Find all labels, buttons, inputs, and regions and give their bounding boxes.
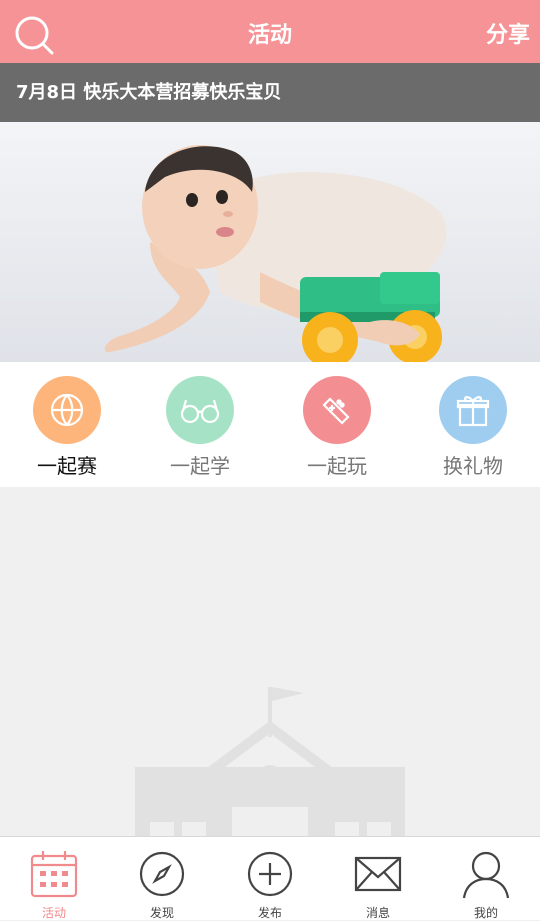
basketball-icon [33,376,101,444]
nav-label: 发布 [257,906,282,920]
gift-icon [439,376,507,444]
category-label: 一起学 [170,454,230,478]
gamepad-icon [303,376,371,444]
nav-label: 活动 [41,906,66,920]
banner-caption: 7月8日 快乐大本营招募快乐宝贝 [0,63,540,122]
category-compete[interactable]: 一起赛 [7,376,127,479]
nav-discover[interactable]: 发现 [108,837,216,921]
plus-circle-icon [247,851,293,897]
category-row: 一起赛 一起学 一起玩 换礼物 [0,362,540,487]
nav-label: 发现 [149,906,174,920]
nav-publish[interactable]: 发布 [216,837,324,921]
nav-messages[interactable]: 消息 [324,837,432,921]
share-button[interactable]: 分享 [486,17,530,49]
bottom-nav: 活动 发现 发布 消息 我的 [0,836,540,920]
category-label: 一起玩 [307,454,367,478]
nav-activity[interactable]: 活动 [0,837,108,921]
glasses-icon [166,376,234,444]
envelope-icon [354,856,402,892]
nav-label: 消息 [365,906,390,920]
category-label: 换礼物 [443,454,503,478]
category-learn[interactable]: 一起学 [140,376,260,479]
nav-label: 我的 [473,906,498,920]
page-title: 活动 [247,23,292,48]
category-play[interactable]: 一起玩 [277,376,397,479]
category-label: 一起赛 [37,454,97,478]
category-gift[interactable]: 换礼物 [413,376,533,479]
calendar-icon [30,851,78,898]
compass-icon [139,851,185,897]
user-icon [462,851,510,899]
baby-photo [0,122,540,362]
nav-profile[interactable]: 我的 [432,837,540,921]
top-bar: 活动 分享 [0,0,540,63]
event-banner[interactable]: 7月8日 快乐大本营招募快乐宝贝 [0,63,540,362]
school-illustration [135,687,405,836]
